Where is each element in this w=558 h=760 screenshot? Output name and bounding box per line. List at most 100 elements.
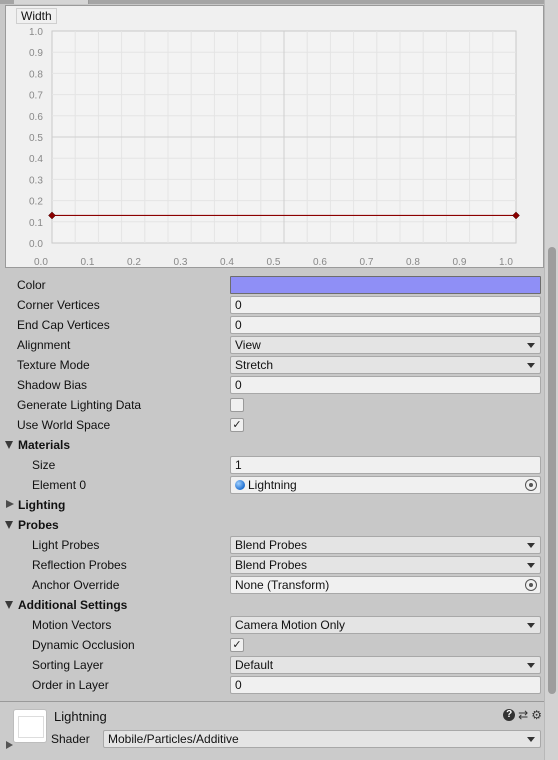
- lighting-foldout[interactable]: Lighting: [0, 495, 544, 515]
- material-preview-header: Lightning ? ⇄ ⚙ Shader Mobile/Particles/…: [0, 701, 544, 760]
- sorting-layer-row: Sorting Layer Default: [0, 655, 544, 675]
- y-tick-label: 1.0: [29, 27, 43, 38]
- chevron-down-icon: [527, 563, 535, 568]
- light-probes-dropdown[interactable]: Blend Probes: [230, 536, 541, 554]
- material-thumbnail[interactable]: [13, 709, 47, 743]
- chevron-down-icon: [527, 363, 535, 368]
- order-in-layer-label: Order in Layer: [32, 678, 109, 692]
- x-tick-label: 0.9: [453, 257, 467, 267]
- corner-vertices-row: Corner Vertices 0: [0, 295, 544, 315]
- color-row: Color: [0, 275, 544, 295]
- foldout-collapsed-icon[interactable]: [6, 741, 13, 749]
- shader-label: Shader: [51, 732, 90, 746]
- foldout-expanded-icon: [5, 521, 13, 529]
- x-tick-label: 0.0: [34, 257, 48, 267]
- end-cap-vertices-field[interactable]: 0: [230, 316, 541, 334]
- material-sphere-icon: [235, 480, 245, 490]
- scrollbar-thumb[interactable]: [548, 247, 556, 694]
- reflection-probes-dropdown[interactable]: Blend Probes: [230, 556, 541, 574]
- materials-foldout[interactable]: Materials: [0, 435, 544, 455]
- light-probes-row: Light Probes Blend Probes: [0, 535, 544, 555]
- x-tick-label: 0.5: [267, 257, 281, 267]
- motion-vectors-value: Camera Motion Only: [235, 618, 346, 632]
- object-picker-icon[interactable]: [525, 479, 537, 491]
- materials-size-field[interactable]: 1: [230, 456, 541, 474]
- dynamic-occlusion-checkbox[interactable]: ✓: [230, 638, 244, 652]
- gear-icon[interactable]: ⚙: [531, 709, 542, 721]
- inspector-scrollbar[interactable]: [544, 0, 558, 760]
- alignment-row: Alignment View: [0, 335, 544, 355]
- material-element-0-field[interactable]: Lightning: [230, 476, 541, 494]
- chevron-down-icon: [527, 737, 535, 742]
- y-tick-label: 0.1: [29, 218, 43, 229]
- corner-vertices-label: Corner Vertices: [17, 298, 100, 312]
- curve-graph[interactable]: 1.0 0.9 0.8 0.7 0.6 0.5 0.4 0.3 0.2 0.1 0.0 0.0 0.1 0…: [6, 6, 543, 267]
- color-label: Color: [17, 278, 46, 292]
- material-element-0-row: Element 0 Lightning: [0, 475, 544, 495]
- generate-lighting-data-label: Generate Lighting Data: [17, 398, 142, 412]
- y-tick-label: 0.4: [29, 154, 43, 165]
- texture-mode-dropdown[interactable]: Stretch: [230, 356, 541, 374]
- end-cap-vertices-label: End Cap Vertices: [17, 318, 110, 332]
- material-element-0-label: Element 0: [32, 478, 87, 492]
- shader-dropdown[interactable]: Mobile/Particles/Additive: [103, 730, 541, 748]
- motion-vectors-label: Motion Vectors: [32, 618, 112, 632]
- materials-header: Materials: [18, 438, 71, 452]
- sorting-layer-label: Sorting Layer: [32, 658, 104, 672]
- additional-settings-foldout[interactable]: Additional Settings: [0, 595, 544, 615]
- sorting-layer-value: Default: [235, 658, 274, 672]
- presets-icon[interactable]: ⇄: [518, 709, 528, 721]
- dynamic-occlusion-label: Dynamic Occlusion: [32, 638, 135, 652]
- use-world-space-label: Use World Space: [17, 418, 111, 432]
- x-tick-label: 0.4: [220, 257, 234, 267]
- x-tick-label: 0.1: [81, 257, 95, 267]
- color-swatch[interactable]: [230, 276, 541, 294]
- materials-size-row: Size 1: [0, 455, 544, 475]
- shadow-bias-label: Shadow Bias: [17, 378, 88, 392]
- reflection-probes-label: Reflection Probes: [32, 558, 127, 572]
- lighting-header: Lighting: [18, 498, 66, 512]
- order-in-layer-field[interactable]: 0: [230, 676, 541, 694]
- shadow-bias-field[interactable]: 0: [230, 376, 541, 394]
- inspector-tab[interactable]: [14, 0, 89, 4]
- y-tick-label: 0.6: [29, 112, 43, 123]
- light-probes-value: Blend Probes: [235, 538, 308, 552]
- x-tick-label: 0.3: [174, 257, 188, 267]
- anchor-override-row: Anchor Override None (Transform): [0, 575, 544, 595]
- x-tick-label: 1.0: [499, 257, 513, 267]
- probes-foldout[interactable]: Probes: [0, 515, 544, 535]
- material-name: Lightning: [54, 709, 107, 724]
- y-tick-label: 0.9: [29, 48, 43, 59]
- object-picker-icon[interactable]: [525, 579, 537, 591]
- chevron-down-icon: [527, 623, 535, 628]
- reflection-probes-value: Blend Probes: [235, 558, 308, 572]
- x-tick-label: 0.6: [313, 257, 327, 267]
- generate-lighting-data-checkbox[interactable]: [230, 398, 244, 412]
- y-tick-label: 0.3: [29, 175, 43, 186]
- foldout-expanded-icon: [5, 441, 13, 449]
- anchor-override-label: Anchor Override: [32, 578, 120, 592]
- anchor-override-field[interactable]: None (Transform): [230, 576, 541, 594]
- probes-header: Probes: [18, 518, 59, 532]
- corner-vertices-field[interactable]: 0: [230, 296, 541, 314]
- use-world-space-checkbox[interactable]: ✓: [230, 418, 244, 432]
- x-tick-label: 0.7: [360, 257, 374, 267]
- materials-size-label: Size: [32, 458, 56, 472]
- width-curve-editor[interactable]: 1.0 0.9 0.8 0.7 0.6 0.5 0.4 0.3 0.2 0.1 0.0 0.0 0.1 0…: [5, 5, 544, 268]
- inspector-tab-strip: [0, 0, 558, 4]
- x-tick-label: 0.8: [406, 257, 420, 267]
- dynamic-occlusion-row: Dynamic Occlusion ✓: [0, 635, 544, 655]
- material-element-0-value: Lightning: [248, 478, 297, 492]
- motion-vectors-dropdown[interactable]: Camera Motion Only: [230, 616, 541, 634]
- use-world-space-row: Use World Space ✓: [0, 415, 544, 435]
- foldout-collapsed-icon: [6, 500, 14, 508]
- alignment-label: Alignment: [17, 338, 71, 352]
- alignment-dropdown[interactable]: View: [230, 336, 541, 354]
- sorting-layer-dropdown[interactable]: Default: [230, 656, 541, 674]
- y-tick-label: 0.0: [29, 239, 43, 250]
- motion-vectors-row: Motion Vectors Camera Motion Only: [0, 615, 544, 635]
- help-icon[interactable]: ?: [503, 709, 516, 721]
- x-tick-label: 0.2: [127, 257, 141, 267]
- anchor-override-value: None (Transform): [235, 578, 330, 592]
- chevron-down-icon: [527, 343, 535, 348]
